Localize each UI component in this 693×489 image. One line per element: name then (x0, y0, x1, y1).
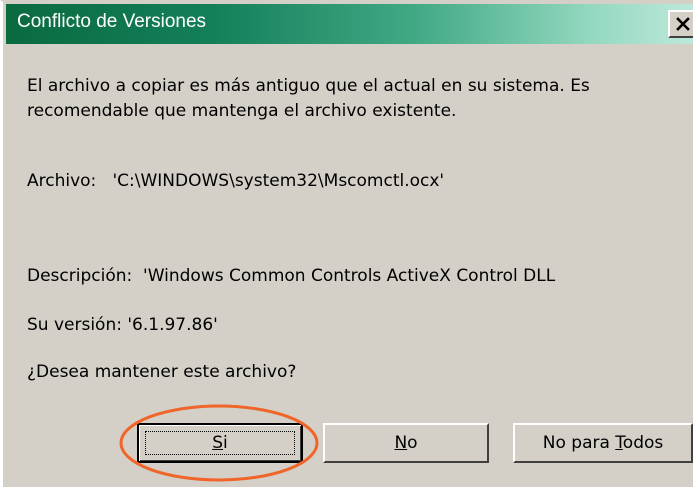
message-line-1: El archivo a copiar es más antiguo que e… (27, 76, 590, 96)
close-button[interactable] (668, 10, 693, 38)
title-bar[interactable]: Conflicto de Versiones (6, 4, 693, 44)
yes-button[interactable]: Si (137, 423, 303, 463)
no-button[interactable]: No (323, 423, 489, 463)
yes-button-label: Si (212, 433, 228, 453)
no-button-label: No (394, 433, 418, 453)
close-icon (676, 17, 690, 31)
file-path-label: Archivo: 'C:\WINDOWS\system32\Mscomctl.o… (27, 171, 445, 191)
no-to-all-button-label: No para Todos (542, 433, 664, 453)
window-title: Conflicto de Versiones (17, 11, 207, 32)
keep-file-question: ¿Desea mantener este archivo? (27, 362, 297, 382)
description-label: Descripción: 'Windows Common Controls Ac… (27, 266, 556, 286)
message-line-2: recomendable que mantenga el archivo exi… (27, 101, 457, 121)
no-to-all-button[interactable]: No para Todos (513, 423, 693, 463)
version-conflict-dialog: Conflicto de Versiones El archivo a copi… (0, 0, 693, 487)
version-label: Su versión: '6.1.97.86' (27, 315, 218, 335)
